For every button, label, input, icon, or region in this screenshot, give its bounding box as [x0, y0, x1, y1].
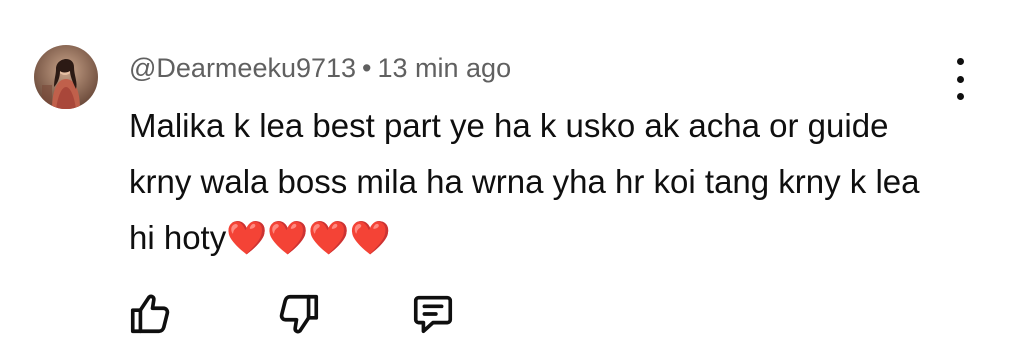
more-vert-icon[interactable] — [943, 58, 977, 100]
dislike-button[interactable] — [275, 290, 323, 338]
menu-dot — [956, 58, 964, 65]
like-button[interactable] — [126, 290, 174, 338]
menu-dot — [956, 93, 964, 100]
comment-header: @Dearmeeku9713 • 13 min ago — [129, 51, 511, 85]
comment-text: Malika k lea best part ye ha k usko ak a… — [129, 107, 920, 256]
reply-comment-icon — [413, 295, 453, 334]
avatar[interactable] — [34, 45, 98, 109]
menu-dot — [956, 75, 964, 83]
meta-separator: • — [362, 53, 372, 83]
comment-timestamp: 13 min ago — [377, 53, 512, 83]
reply-button[interactable] — [409, 290, 457, 338]
thumbs-up-icon — [130, 294, 170, 334]
comment-author[interactable]: @Dearmeeku9713 — [129, 53, 356, 83]
thumbs-down-icon — [279, 294, 319, 334]
